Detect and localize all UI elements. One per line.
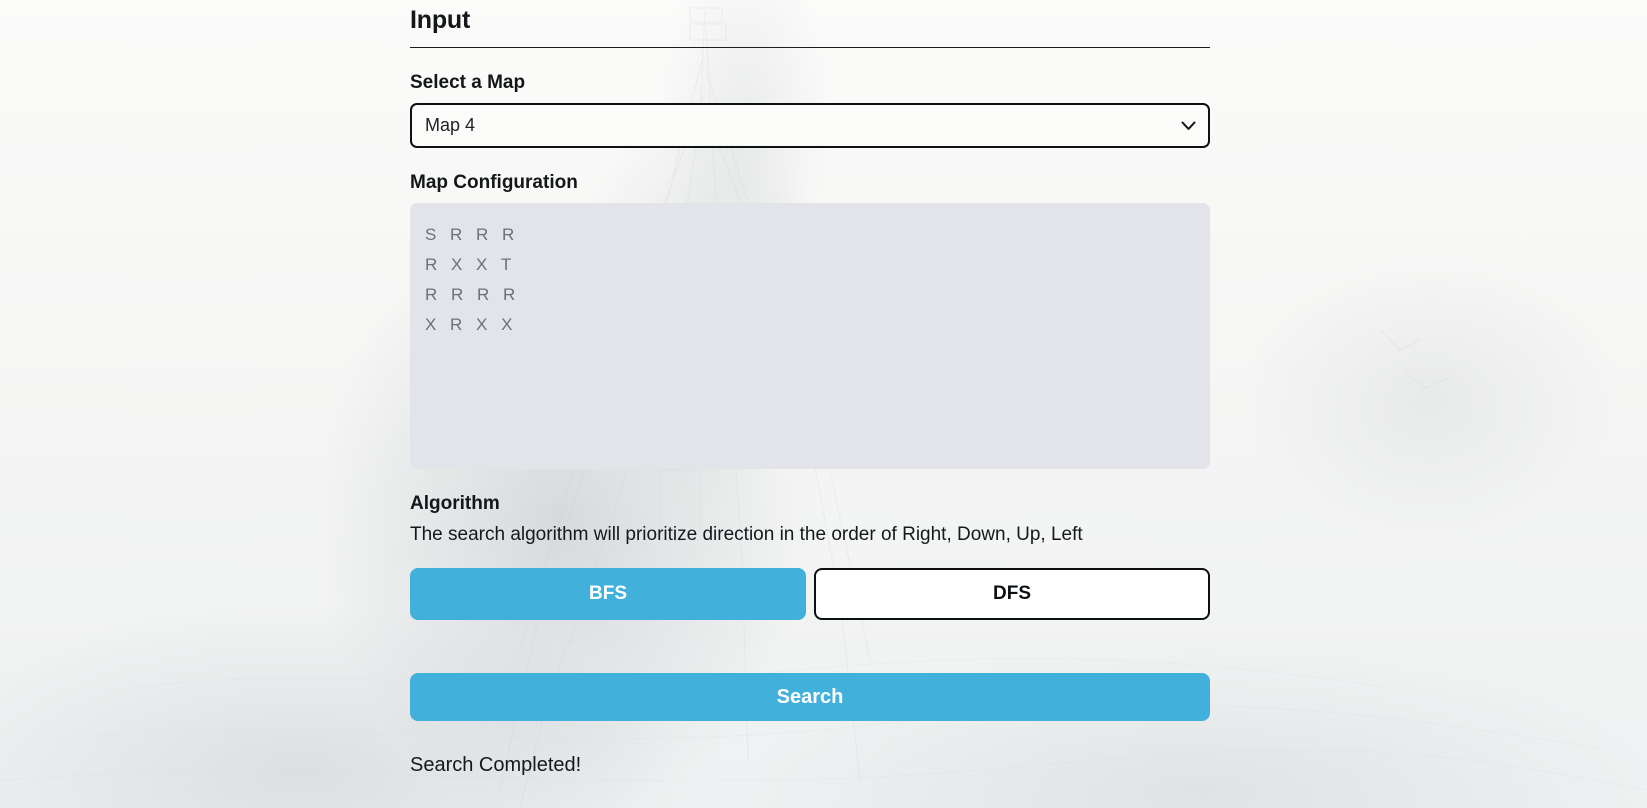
map-select[interactable]: Map 4 — [410, 103, 1210, 148]
map-config-label: Map Configuration — [410, 172, 578, 193]
algorithm-label: Algorithm — [410, 493, 500, 514]
input-panel: Input Select a Map Map 4 Map Configurati… — [410, 0, 1210, 777]
title-divider — [410, 47, 1210, 48]
algorithm-description: The search algorithm will prioritize dir… — [410, 524, 1083, 545]
map-select-value: Map 4 — [425, 115, 476, 135]
map-config-textarea[interactable] — [410, 203, 1210, 469]
algorithm-toggle-group: BFS DFS — [410, 568, 1210, 620]
page-title: Input — [410, 6, 471, 34]
algorithm-option-dfs[interactable]: DFS — [814, 568, 1210, 620]
search-button[interactable]: Search — [410, 673, 1210, 721]
map-select-label: Select a Map — [410, 72, 526, 93]
status-message: Search Completed! — [410, 754, 582, 776]
map-select-wrapper: Map 4 — [410, 103, 1210, 148]
app-root: Input Select a Map Map 4 Map Configurati… — [0, 0, 1647, 808]
algorithm-option-bfs[interactable]: BFS — [410, 568, 806, 620]
